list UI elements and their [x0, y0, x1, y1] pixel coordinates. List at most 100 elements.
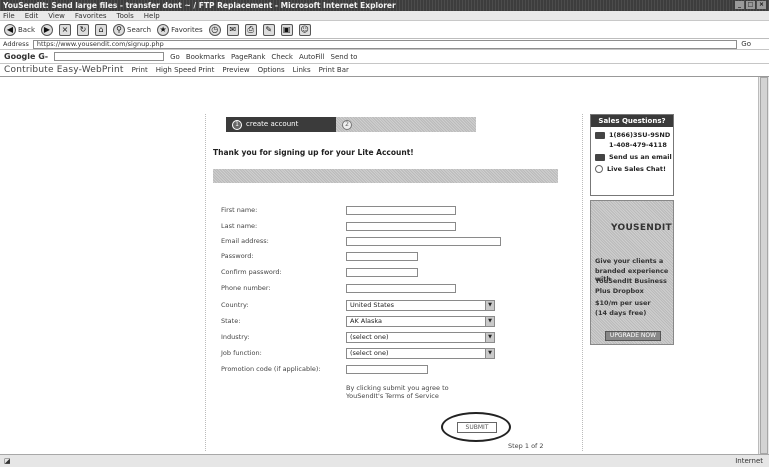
state-row: State: AK Alaska ▼ [221, 315, 495, 327]
window-buttons: _ □ × [735, 1, 766, 9]
phone-icon [595, 131, 605, 139]
go-button[interactable]: Go [741, 40, 769, 48]
promo-code-input[interactable] [346, 364, 428, 374]
stop-icon[interactable]: × [59, 23, 71, 36]
country-label: Country: [221, 301, 249, 309]
address-input[interactable]: https://www.yousendit.com/signup.php [32, 39, 738, 49]
ad-line-5: $10/m per user [595, 299, 651, 307]
email-field[interactable] [346, 236, 501, 246]
email-label: Email address: [221, 237, 269, 245]
google-search-input[interactable] [54, 52, 165, 61]
address-bar: Address https://www.yousendit.com/signup… [0, 39, 769, 50]
phone-label: Phone number: [221, 284, 271, 292]
sales-chat-row[interactable]: Live Sales Chat! [591, 165, 673, 173]
chevron-down-icon: ▼ [485, 332, 494, 342]
state-label: State: [221, 317, 241, 325]
terms-of-service-link[interactable]: YouSendIt's Terms of Service [346, 392, 476, 400]
chevron-down-icon: ▼ [485, 348, 494, 358]
step1-number: 1 [232, 119, 242, 130]
print-link[interactable]: Print [132, 66, 148, 74]
ad-line-6: (14 days free) [595, 309, 647, 317]
links-link[interactable]: Links [293, 66, 311, 74]
confirm-password-label: Confirm password: [221, 268, 282, 276]
page-content: 1 create account 2 Thank you for signing… [0, 77, 769, 454]
industry-row: Industry: (select one) ▼ [221, 331, 495, 343]
section-divider-bar [213, 169, 558, 183]
browser-toolbar: ◀ Back ▶ × ↻ ⌂ ⚲ Search ★ Favorites ◷ ✉ … [0, 21, 769, 39]
menu-edit[interactable]: Edit [25, 11, 39, 20]
menu-help[interactable]: Help [144, 11, 160, 20]
state-select[interactable]: AK Alaska ▼ [346, 315, 495, 327]
menu-favorites[interactable]: Favorites [75, 11, 107, 20]
favorites-button[interactable]: ★ Favorites [157, 23, 203, 36]
print-icon[interactable]: ⎙ [244, 23, 257, 36]
phone-row: Phone number: [221, 282, 456, 294]
last-name-input[interactable] [346, 221, 456, 231]
upgrade-now-button[interactable]: UPGRADE NOW [605, 331, 661, 341]
ie-page-icon: ◪ [4, 457, 11, 465]
maximize-button[interactable]: □ [746, 1, 755, 9]
window-titlebar: YouSendIt: Send large files - transfer d… [0, 0, 769, 11]
sales-chat-link[interactable]: Live Sales Chat! [607, 165, 666, 173]
google-autofill[interactable]: AutoFill [299, 53, 325, 61]
terms-line-1: By clicking submit you agree to [346, 384, 449, 392]
sales-phone-row: 1(866)3SU-9SND [591, 131, 673, 139]
star-icon: ★ [157, 23, 170, 36]
messenger-icon[interactable]: ☺ [298, 23, 311, 36]
history-icon[interactable]: ◷ [208, 23, 221, 36]
google-bookmarks[interactable]: Bookmarks [186, 53, 225, 61]
status-bar: ◪ Internet [0, 454, 769, 467]
last-name-label: Last name: [221, 222, 258, 230]
preview-link[interactable]: Preview [222, 66, 249, 74]
search-icon: ⚲ [113, 23, 125, 36]
search-button[interactable]: ⚲ Search [113, 23, 151, 36]
job-function-select[interactable]: (select one) ▼ [346, 347, 495, 359]
menu-bar: File Edit View Favorites Tools Help [0, 11, 769, 21]
ad-line-3: YouSendIt Business [595, 277, 667, 285]
back-arrow-icon: ◀ [4, 23, 16, 36]
terms-text: By clicking submit you agree to YouSendI… [346, 384, 476, 400]
options-link[interactable]: Options [258, 66, 285, 74]
google-sendto[interactable]: Send to [331, 53, 358, 61]
discuss-icon[interactable]: ▣ [280, 23, 293, 36]
ad-line-4: Plus Dropbox [595, 287, 644, 295]
menu-file[interactable]: File [3, 11, 15, 20]
forward-arrow-icon[interactable]: ▶ [41, 23, 53, 36]
vertical-scrollbar[interactable] [758, 77, 769, 454]
back-button[interactable]: ◀ Back [4, 23, 35, 36]
country-select[interactable]: United States ▼ [346, 299, 495, 311]
upgrade-ad-banner[interactable]: YOUSENDIT Give your clients a branded ex… [590, 200, 674, 345]
google-check[interactable]: Check [271, 53, 293, 61]
mail-icon[interactable]: ✉ [226, 23, 239, 36]
scrollbar-thumb[interactable] [760, 77, 768, 454]
internet-zone: Internet [735, 457, 763, 465]
submit-button[interactable]: SUBMIT [457, 422, 497, 433]
signup-steps: 1 create account 2 [226, 117, 476, 132]
sales-email-link[interactable]: Send us an email [609, 153, 672, 161]
password-row: Password: [221, 250, 418, 262]
home-icon[interactable]: ⌂ [95, 23, 107, 36]
print-bar-link[interactable]: Print Bar [319, 66, 349, 74]
edit-icon[interactable]: ✎ [262, 23, 275, 36]
minimize-button[interactable]: _ [735, 1, 744, 9]
sales-email-row[interactable]: Send us an email [591, 153, 673, 161]
industry-select[interactable]: (select one) ▼ [346, 331, 495, 343]
high-speed-print-link[interactable]: High Speed Print [156, 66, 215, 74]
sales-phone-row-2: 1-408-479-4118 [591, 141, 673, 149]
first-name-input[interactable] [346, 205, 456, 215]
menu-view[interactable]: View [48, 11, 65, 20]
google-logo[interactable]: Google G- [4, 52, 48, 61]
refresh-icon[interactable]: ↻ [77, 23, 89, 36]
close-button[interactable]: × [757, 1, 766, 9]
confirm-password-input[interactable] [346, 267, 418, 277]
phone-input[interactable] [346, 283, 456, 293]
page-title: Thank you for signing up for your Lite A… [213, 148, 414, 157]
promo-code-row: Promotion code (if applicable): [221, 363, 428, 375]
step-create-account: 1 create account [226, 117, 336, 132]
google-pagerank[interactable]: PageRank [231, 53, 265, 61]
menu-tools[interactable]: Tools [117, 11, 134, 20]
google-go-button[interactable]: Go [170, 53, 180, 61]
password-input[interactable] [346, 251, 418, 261]
links-bar: Contribute Easy-WebPrint Print High Spee… [0, 64, 769, 77]
step2-number: 2 [342, 119, 352, 130]
